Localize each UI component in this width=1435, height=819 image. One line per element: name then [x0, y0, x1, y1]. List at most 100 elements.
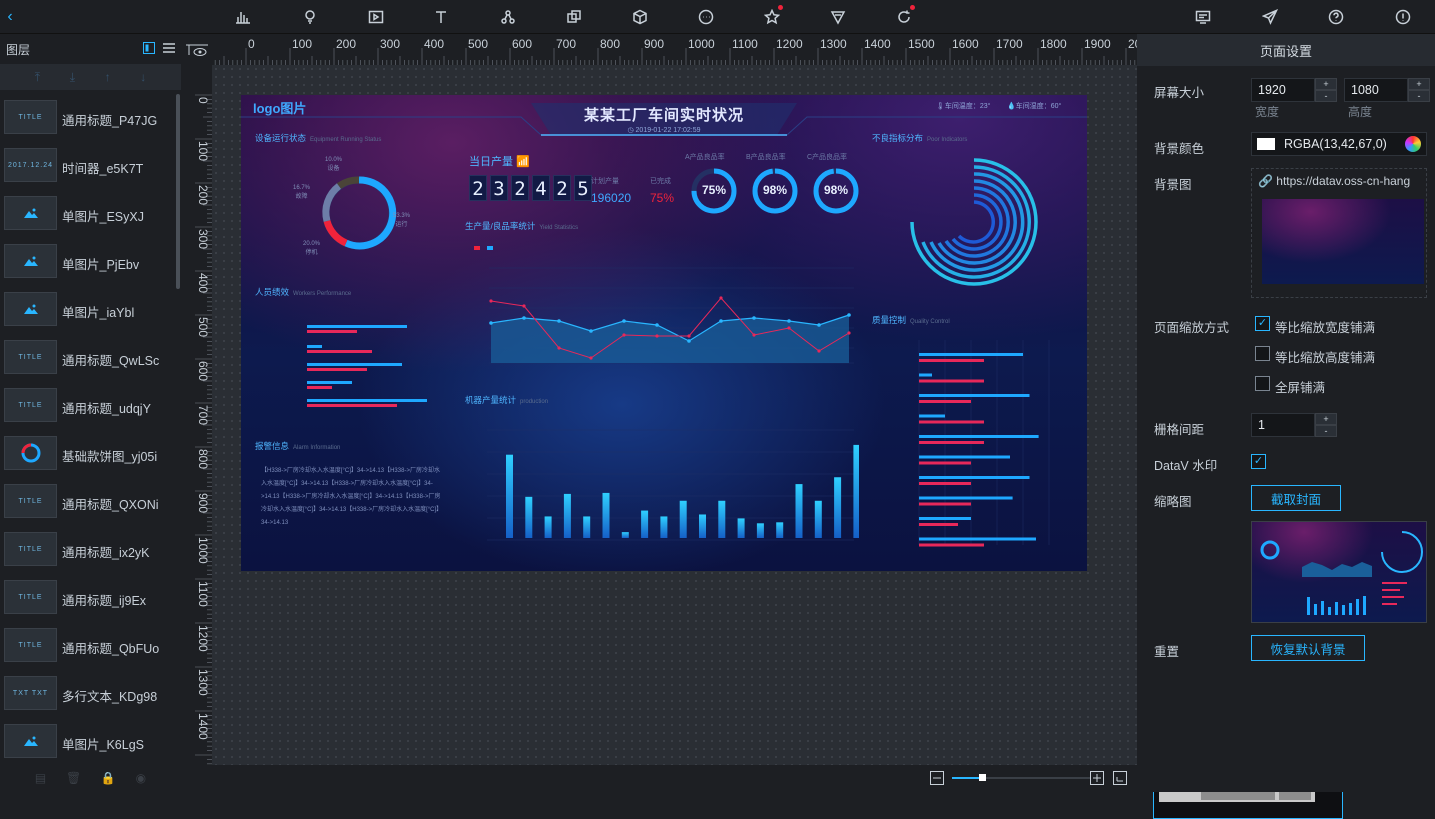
- page-settings-title: 页面设置: [1137, 34, 1435, 66]
- width-input[interactable]: 1920: [1251, 78, 1315, 102]
- info-icon[interactable]: [1386, 0, 1420, 34]
- rate-label: B产品良品率: [746, 154, 786, 161]
- help-icon[interactable]: [1319, 0, 1353, 34]
- quality-bar-secondary: [919, 523, 958, 526]
- ruler-tick-label: 0: [248, 37, 255, 51]
- dashboard-screen-preview[interactable]: logo图片 某某工厂车间实时状况 ◷ 2019-01-22 17:02:59 …: [241, 95, 1087, 571]
- 3d-icon[interactable]: [623, 0, 657, 34]
- production-counter: 232425: [469, 175, 595, 201]
- decrement-icon[interactable]: -: [1408, 90, 1430, 102]
- group-icon[interactable]: ▤: [35, 771, 46, 785]
- hide-icon[interactable]: ◉: [136, 771, 146, 785]
- thumbnail-view-icon[interactable]: [143, 42, 155, 54]
- layer-scrollbar[interactable]: [176, 94, 180, 289]
- increment-icon[interactable]: +: [1315, 78, 1337, 90]
- production-subtitle: production: [520, 399, 549, 405]
- reset-label: 重置: [1154, 645, 1180, 659]
- layer-item[interactable]: 单图片_PjEbv: [0, 240, 178, 284]
- fullscreen-checkbox[interactable]: [1255, 376, 1270, 391]
- move-top-icon[interactable]: ⤒: [35, 70, 40, 85]
- fullscreen-label: 全屏铺满: [1275, 381, 1326, 395]
- back-icon[interactable]: ‹: [0, 0, 20, 34]
- pie-chart-icon: [4, 436, 57, 470]
- layer-item[interactable]: TITLE 通用标题_ix2yK: [0, 528, 178, 572]
- layer-item[interactable]: 单图片_iaYbl: [0, 288, 178, 332]
- width-stepper[interactable]: + -: [1315, 78, 1337, 102]
- decrement-icon[interactable]: -: [1315, 90, 1337, 102]
- move-up-icon[interactable]: ↑: [105, 70, 111, 84]
- bg-color-input[interactable]: RGBA(13,42,67,0): [1251, 132, 1427, 156]
- media-icon[interactable]: [359, 0, 393, 34]
- bg-image-uploader[interactable]: 🔗 https://datav.oss-cn-hang: [1251, 168, 1427, 298]
- reset-background-button[interactable]: 恢复默认背景: [1251, 635, 1365, 661]
- scale-height-checkbox[interactable]: [1255, 346, 1270, 361]
- layer-item[interactable]: TITLE 通用标题_ij9Ex: [0, 576, 178, 620]
- layer-item[interactable]: TITLE 通用标题_QXONi: [0, 480, 178, 524]
- horizontal-ruler[interactable]: 0 100 200 300 400 500 600 700 800 900 1000 1100 1200…: [212, 34, 1137, 65]
- thumbnail-dashboard: [1260, 531, 1423, 615]
- zoom-controls: [925, 765, 1135, 792]
- color-swatch[interactable]: [1257, 138, 1275, 150]
- scale-width-checkbox[interactable]: ✓: [1255, 316, 1270, 331]
- material-icon[interactable]: [557, 0, 591, 34]
- layer-item[interactable]: 单图片_ESyXJ: [0, 192, 178, 236]
- grid-input[interactable]: 1: [1251, 413, 1315, 437]
- move-down-icon[interactable]: ↓: [140, 70, 146, 84]
- layer-label: 单图片_iaYbl: [62, 306, 135, 320]
- zoom-in-icon[interactable]: [1090, 771, 1104, 785]
- ruler-tick-label: 1300: [820, 37, 847, 51]
- editor-canvas[interactable]: logo图片 某某工厂车间实时状况 ◷ 2019-01-22 17:02:59 …: [212, 65, 1343, 819]
- zoom-out-icon[interactable]: [930, 771, 944, 785]
- vertical-ruler[interactable]: 0 100 200 300 400 500 600 700 800 900 1000 1100 1200…: [181, 65, 212, 765]
- publish-icon[interactable]: [1253, 0, 1287, 34]
- lock-icon[interactable]: 🔒: [101, 771, 116, 785]
- text-icon[interactable]: [424, 0, 458, 34]
- zoom-slider-handle[interactable]: [979, 774, 986, 781]
- layer-item[interactable]: TITLE 通用标题_QwLSc: [0, 336, 178, 380]
- list-view-icon[interactable]: [163, 42, 175, 54]
- scale-label: 页面缩放方式: [1154, 321, 1230, 335]
- grid-stepper[interactable]: + -: [1315, 413, 1337, 437]
- interaction-icon[interactable]: [821, 0, 855, 34]
- production-bar: [814, 500, 822, 538]
- layer-thumb: TITLE: [4, 340, 57, 374]
- favorite-icon[interactable]: [755, 0, 789, 34]
- height-input[interactable]: 1080: [1344, 78, 1408, 102]
- delete-icon[interactable]: 🗑: [66, 771, 81, 785]
- width-label: 宽度: [1255, 105, 1280, 119]
- increment-icon[interactable]: +: [1408, 78, 1430, 90]
- zoom-slider-track[interactable]: [982, 777, 1090, 779]
- capture-cover-button[interactable]: 截取封面: [1251, 485, 1341, 511]
- layer-item[interactable]: TITLE 通用标题_udqjY: [0, 384, 178, 428]
- layer-item[interactable]: 2017.12.24 时间器_e5K7T: [0, 144, 178, 188]
- layer-item[interactable]: TXT TXT 多行文本_KDg98: [0, 672, 178, 716]
- monitor-icon[interactable]: [1186, 0, 1220, 34]
- increment-icon[interactable]: +: [1315, 413, 1337, 425]
- layer-item[interactable]: 基础款饼图_yj05i: [0, 432, 178, 476]
- layer-label: 通用标题_ix2yK: [62, 546, 150, 560]
- bg-image-url[interactable]: 🔗 https://datav.oss-cn-hang: [1258, 174, 1422, 188]
- height-stepper[interactable]: + -: [1408, 78, 1430, 102]
- layer-thumb: 2017.12.24: [4, 148, 57, 182]
- fit-screen-icon[interactable]: [1113, 771, 1127, 785]
- grid-label: 栅格间距: [1154, 423, 1205, 437]
- layer-item[interactable]: TITLE 通用标题_QbFUo: [0, 624, 178, 668]
- layer-item[interactable]: 单图片_K6LgS: [0, 720, 178, 764]
- ruler-tick-label: 1800: [1040, 37, 1067, 51]
- production-bar-chart: [487, 429, 859, 541]
- chart-icon[interactable]: [226, 0, 260, 34]
- production-title: 机器产量统计: [465, 395, 517, 405]
- ruler-toggle[interactable]: [181, 34, 212, 65]
- more-icon[interactable]: [689, 0, 723, 34]
- color-picker-icon[interactable]: [1405, 136, 1421, 152]
- decrement-icon[interactable]: -: [1315, 425, 1337, 437]
- relation-icon[interactable]: [887, 0, 921, 34]
- map-icon[interactable]: [293, 0, 327, 34]
- move-bottom-icon[interactable]: ⤓: [70, 70, 75, 85]
- network-icon[interactable]: [491, 0, 525, 34]
- watermark-checkbox[interactable]: ✓: [1251, 454, 1266, 469]
- layer-item[interactable]: TITLE 通用标题_P47JG: [0, 96, 178, 140]
- image-icon: [4, 196, 57, 230]
- temperature-text: 车间温度：23°: [944, 103, 991, 110]
- ruler-tick-label: 20: [1128, 37, 1137, 51]
